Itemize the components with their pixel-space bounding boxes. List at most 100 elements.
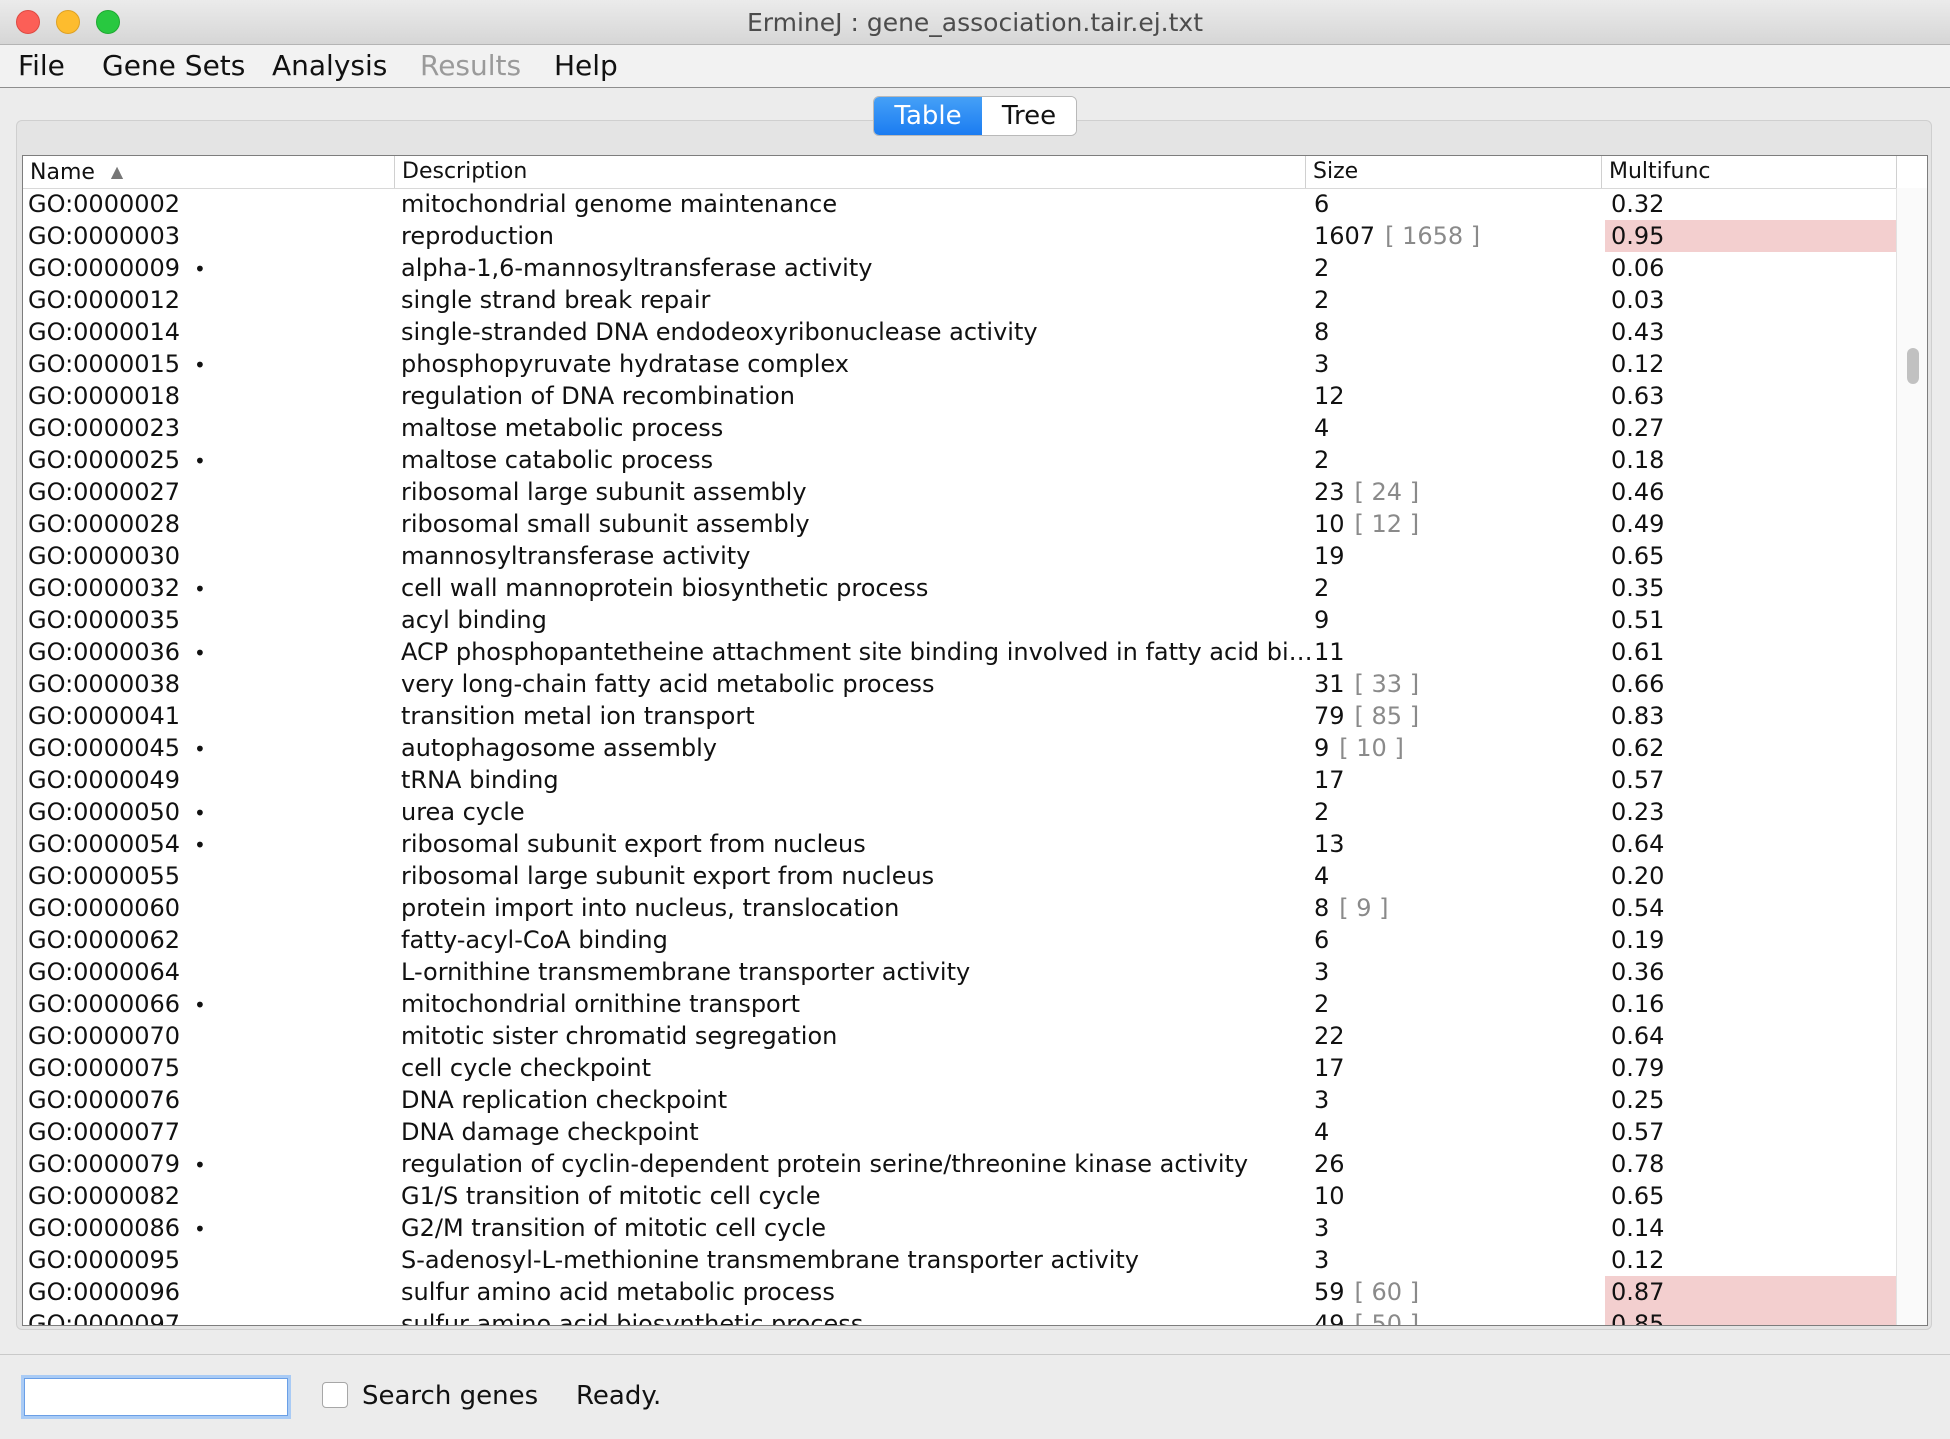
column-header-size-label: Size (1313, 159, 1359, 184)
table-row[interactable]: GO:0000012 single strand break repair 2 0.0… (23, 284, 1897, 316)
column-header-name[interactable]: Name ▲ (23, 156, 395, 188)
search-genes-checkbox[interactable] (322, 1382, 348, 1408)
table-row[interactable]: GO:0000003 reproduction 1607 [ 1658 ] 0.95 (23, 220, 1897, 252)
column-header-multifunc[interactable]: Multifunc (1602, 156, 1897, 188)
table-row[interactable]: GO:0000023 maltose metabolic process 4 0.27 (23, 412, 1897, 444)
cell-name: GO:0000076 (28, 1084, 393, 1116)
redundant-marker-icon: • (194, 801, 206, 825)
size-original-value: [ 1658 ] (1385, 222, 1481, 250)
table-row[interactable]: GO:0000075 cell cycle checkpoint 17 0.79 (23, 1052, 1897, 1084)
menu-file[interactable]: File (18, 49, 65, 82)
table-row[interactable]: GO:0000049 tRNA binding 17 0.57 (23, 764, 1897, 796)
redundant-marker-icon: • (194, 353, 206, 377)
size-original-value: [ 10 ] (1339, 734, 1404, 762)
table-row[interactable]: GO:0000060 protein import into nucleus, t… (23, 892, 1897, 924)
gene-set-id: GO:0000054 (28, 830, 181, 858)
menu-bar: File Gene Sets Analysis Results Help (0, 45, 1950, 88)
table-row[interactable]: GO:0000077 DNA damage checkpoint 4 0.57 (23, 1116, 1897, 1148)
size-value: 1607 (1314, 222, 1376, 250)
cell-description: mitotic sister chromatid segregation (401, 1022, 838, 1050)
cell-description: sulfur amino acid metabolic process (401, 1278, 835, 1306)
table-body: GO:0000002 mitochondrial genome maintenan… (23, 188, 1897, 1326)
vertical-scrollbar[interactable] (1896, 188, 1927, 1325)
cell-name: GO:0000032 • (28, 572, 393, 604)
size-value: 10 (1314, 510, 1345, 538)
size-value: 3 (1314, 350, 1330, 378)
table-row[interactable]: GO:0000015 • phosphopyruvate hydratase com… (23, 348, 1897, 380)
cell-name: GO:0000066 • (28, 988, 393, 1020)
table-row[interactable]: GO:0000086 • G2/M transition of mitotic ce… (23, 1212, 1897, 1244)
table-row[interactable]: GO:0000054 • ribosomal subunit export from… (23, 828, 1897, 860)
table-row[interactable]: GO:0000045 • autophagosome assembly 9 [ 10 ]… (23, 732, 1897, 764)
table-row[interactable]: GO:0000014 single-stranded DNA endodeoxyr… (23, 316, 1897, 348)
table-row[interactable]: GO:0000066 • mitochondrial ornithine trans… (23, 988, 1897, 1020)
cell-description: alpha-1,6-mannosyltransferase activity (401, 254, 873, 282)
cell-description: G1/S transition of mitotic cell cycle (401, 1182, 821, 1210)
tab-tree[interactable]: Tree (982, 97, 1076, 135)
table-row[interactable]: GO:0000076 DNA replication checkpoint 3 0.2… (23, 1084, 1897, 1116)
cell-multifunc: 0.23 (1611, 798, 1665, 826)
table-row[interactable]: GO:0000002 mitochondrial genome maintenan… (23, 188, 1897, 220)
gene-set-id: GO:0000062 (28, 926, 181, 954)
size-value: 9 (1314, 734, 1330, 762)
size-value: 22 (1314, 1022, 1345, 1050)
cell-name: GO:0000027 (28, 476, 393, 508)
gene-set-id: GO:0000030 (28, 542, 181, 570)
scrollbar-thumb[interactable] (1907, 348, 1919, 384)
menu-gene-sets[interactable]: Gene Sets (102, 49, 245, 82)
cell-name: GO:0000062 (28, 924, 393, 956)
gene-set-id: GO:0000070 (28, 1022, 181, 1050)
table-row[interactable]: GO:0000030 mannosyltransferase activity 19… (23, 540, 1897, 572)
tab-table[interactable]: Table (874, 97, 982, 135)
table-row[interactable]: GO:0000079 • regulation of cyclin-dependen… (23, 1148, 1897, 1180)
table-row[interactable]: GO:0000028 ribosomal small subunit assemb… (23, 508, 1897, 540)
cell-size: 22 (1314, 1020, 1614, 1052)
cell-multifunc: 0.85 (1605, 1308, 1897, 1325)
gene-set-id: GO:0000027 (28, 478, 181, 506)
table-row[interactable]: GO:0000064 L-ornithine transmembrane tran… (23, 956, 1897, 988)
cell-name: GO:0000012 (28, 284, 393, 316)
cell-size: 26 (1314, 1148, 1614, 1180)
cell-description: autophagosome assembly (401, 734, 718, 762)
table-row[interactable]: GO:0000027 ribosomal large subunit assemb… (23, 476, 1897, 508)
table-row[interactable]: GO:0000050 • urea cycle 2 0.23 (23, 796, 1897, 828)
cell-description: single-stranded DNA endodeoxyribonucleas… (401, 318, 1038, 346)
table-row[interactable]: GO:0000097 sulfur amino acid biosynthetic… (23, 1308, 1897, 1326)
column-header-size[interactable]: Size (1306, 156, 1602, 188)
table-row[interactable]: GO:0000082 G1/S transition of mitotic cel… (23, 1180, 1897, 1212)
table-row[interactable]: GO:0000035 acyl binding 9 0.51 (23, 604, 1897, 636)
column-header-description[interactable]: Description (395, 156, 1306, 188)
cell-name: GO:0000003 (28, 220, 393, 252)
cell-multifunc: 0.63 (1611, 382, 1665, 410)
search-genes-label[interactable]: Search genes (362, 1381, 538, 1411)
table-row[interactable]: GO:0000036 • ACP phosphopantetheine attach… (23, 636, 1897, 668)
gene-set-id: GO:0000002 (28, 190, 181, 218)
menu-analysis[interactable]: Analysis (272, 49, 387, 82)
table-row[interactable]: GO:0000018 regulation of DNA recombinatio… (23, 380, 1897, 412)
table-row[interactable]: GO:0000041 transition metal ion transport… (23, 700, 1897, 732)
table-row[interactable]: GO:0000070 mitotic sister chromatid segre… (23, 1020, 1897, 1052)
table-row[interactable]: GO:0000095 S-adenosyl-L-methionine transm… (23, 1244, 1897, 1276)
table-row[interactable]: GO:0000032 • cell wall mannoprotein biosyn… (23, 572, 1897, 604)
cell-description: single strand break repair (401, 286, 711, 314)
gene-set-id: GO:0000097 (28, 1310, 181, 1326)
cell-name: GO:0000082 (28, 1180, 393, 1212)
cell-multifunc: 0.64 (1611, 1022, 1665, 1050)
size-value: 4 (1314, 414, 1330, 442)
cell-name: GO:0000045 • (28, 732, 393, 764)
menu-help[interactable]: Help (554, 49, 618, 82)
size-value: 4 (1314, 1118, 1330, 1146)
cell-size: 4 (1314, 860, 1614, 892)
table-row[interactable]: GO:0000062 fatty-acyl-CoA binding 6 0.19 (23, 924, 1897, 956)
table-row[interactable]: GO:0000009 • alpha-1,6-mannosyltransferase… (23, 252, 1897, 284)
cell-multifunc: 0.25 (1611, 1086, 1665, 1114)
table-row[interactable]: GO:0000038 very long-chain fatty acid met… (23, 668, 1897, 700)
cell-description: transition metal ion transport (401, 702, 755, 730)
table-row[interactable]: GO:0000025 • maltose catabolic process 2 0.1… (23, 444, 1897, 476)
menu-results[interactable]: Results (420, 49, 521, 82)
cell-multifunc: 0.79 (1611, 1054, 1665, 1082)
search-input[interactable] (24, 1378, 288, 1416)
table-row[interactable]: GO:0000055 ribosomal large subunit export… (23, 860, 1897, 892)
table-row[interactable]: GO:0000096 sulfur amino acid metabolic pr… (23, 1276, 1897, 1308)
cell-multifunc: 0.14 (1611, 1214, 1665, 1242)
